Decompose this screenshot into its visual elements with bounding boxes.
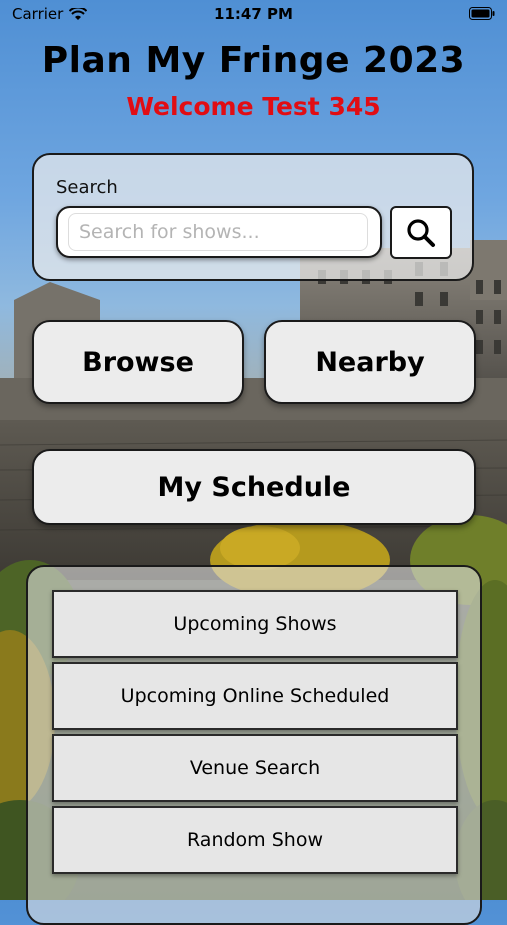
search-label: Search (56, 177, 118, 198)
search-icon (407, 218, 435, 247)
quick-links-panel: Upcoming Shows Upcoming Online Scheduled… (26, 565, 482, 925)
upcoming-online-scheduled-button[interactable]: Upcoming Online Scheduled (52, 662, 458, 730)
browse-button[interactable]: Browse (32, 320, 244, 404)
search-panel: Search (32, 153, 474, 281)
search-button[interactable] (390, 206, 452, 259)
my-schedule-button[interactable]: My Schedule (32, 449, 476, 525)
welcome-message: Welcome Test 345 (126, 92, 381, 121)
venue-search-button[interactable]: Venue Search (52, 734, 458, 802)
app-title: Plan My Fringe 2023 (41, 40, 466, 81)
nearby-button[interactable]: Nearby (264, 320, 476, 404)
status-time: 11:47 PM (214, 5, 293, 23)
random-show-button[interactable]: Random Show (52, 806, 458, 874)
search-field-container (56, 206, 382, 258)
status-bar: Carrier 11:47 PM (0, 0, 507, 30)
search-input[interactable] (68, 213, 368, 251)
battery-icon (469, 7, 495, 20)
upcoming-shows-button[interactable]: Upcoming Shows (52, 590, 458, 658)
